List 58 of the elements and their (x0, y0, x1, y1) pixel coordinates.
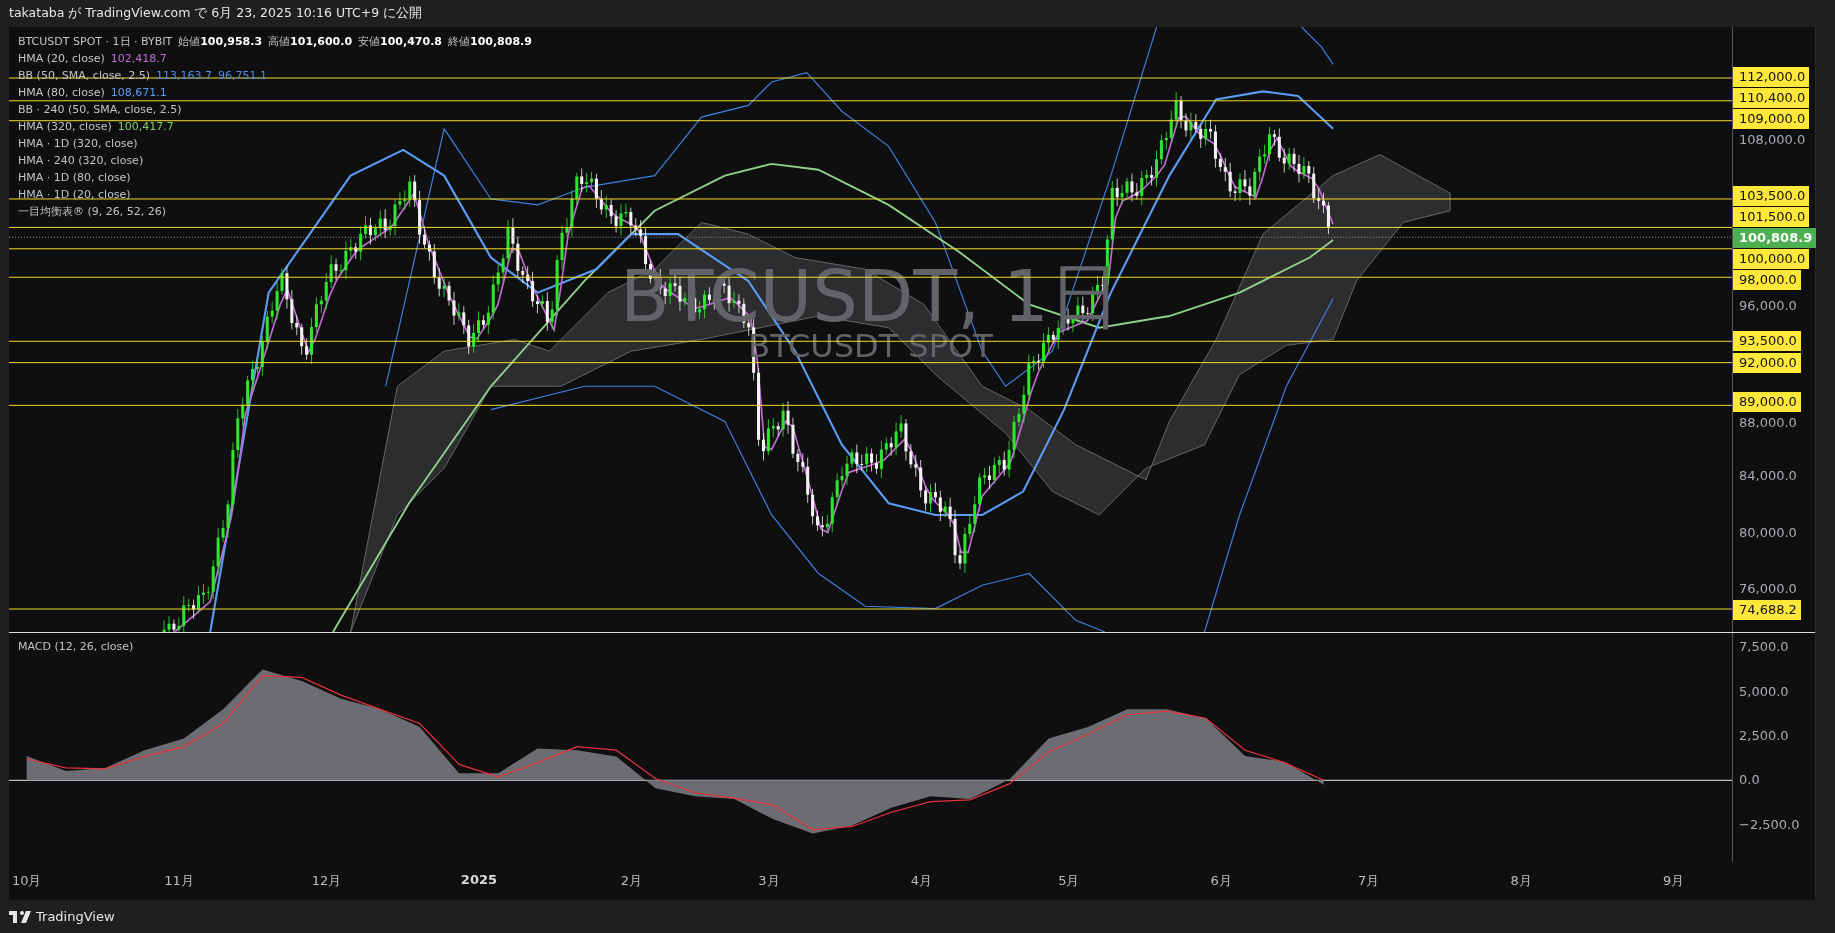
price-level-label: 112,000.0 (1733, 67, 1810, 88)
ohlc-value: 始値100,958.3 (178, 33, 263, 49)
indicator-name: HMA · 240 (320, close) (18, 153, 144, 167)
indicator-value: 113,163.7 (156, 68, 212, 82)
indicator-value: 100,417.7 (117, 119, 174, 133)
price-axis-label: 108,000.0 (1738, 131, 1807, 150)
indicator-name: HMA (20, close) (18, 51, 105, 65)
time-axis-label: 2月 (620, 872, 642, 890)
time-axis-label: 9月 (1662, 872, 1685, 890)
price-level-label: 100,000.0 (1733, 248, 1810, 269)
macd-axis-label: −2,500.0 (1738, 815, 1801, 834)
time-axis-label: 2025 (460, 872, 498, 887)
price-level-label: 101,500.0 (1733, 206, 1810, 227)
price-axis-label: 84,000.0 (1738, 467, 1798, 486)
brand-name: TradingView (36, 909, 115, 924)
indicator-value: 102,418.7 (110, 51, 167, 65)
time-axis-label: 8月 (1510, 872, 1532, 890)
indicator-name: HMA (320, close) (18, 119, 112, 133)
price-axis-label: 96,000.0 (1738, 296, 1798, 315)
macd-axis-label: 2,500.0 (1738, 726, 1790, 745)
time-axis-label: 7月 (1358, 872, 1380, 890)
price-level-label: 109,000.0 (1733, 109, 1810, 130)
time-axis-label: 11月 (164, 872, 194, 890)
time-axis-label: 3月 (758, 872, 780, 890)
indicator-name: HMA (80, close) (18, 85, 105, 99)
price-level-label: 89,000.0 (1733, 391, 1801, 412)
price-level-label: 92,000.0 (1733, 352, 1801, 373)
publish-info: takataba が TradingView.com で 6月 23, 2025 10:16 UTC+9 に公開 (9, 5, 423, 22)
time-axis-label: 10月 (11, 872, 42, 890)
symbol-info: BTCUSDT SPOT · 1日 · BYBIT (18, 33, 173, 49)
macd-axis-label: 5,000.0 (1738, 682, 1790, 701)
indicator-value: 108,671.1 (110, 85, 167, 99)
price-level-label: 103,500.0 (1733, 185, 1810, 206)
price-axis-label: 80,000.0 (1738, 524, 1798, 543)
indicator-name: 一目均衡表® (9, 26, 52, 26) (18, 203, 167, 219)
price-level-label: 110,400.0 (1733, 88, 1810, 109)
price-axis-label: 88,000.0 (1738, 413, 1798, 432)
indicator-name: HMA · 1D (80, close) (18, 170, 131, 184)
ohlc-value: 高値101,600.0 (268, 33, 353, 49)
price-level-label: 93,500.0 (1733, 331, 1801, 352)
ohlc-value: 終値100,808.9 (448, 33, 532, 49)
price-axis-label: 76,000.0 (1738, 580, 1798, 599)
time-axis-label: 6月 (1210, 872, 1232, 890)
time-axis-label: 5月 (1058, 872, 1080, 890)
price-level-label: 98,000.0 (1733, 269, 1801, 290)
indicator-name: BB · 240 (50, SMA, close, 2.5) (18, 102, 182, 116)
indicator-value: 96,751.1 (217, 68, 267, 82)
indicator-name: HMA · 1D (20, close) (18, 187, 131, 201)
macd-axis-label: 7,500.0 (1738, 638, 1790, 657)
time-axis-label: 4月 (910, 872, 932, 890)
price-level-label: 74,688.2 (1733, 600, 1801, 621)
indicator-name: MACD (12, 26, close) (18, 640, 134, 653)
logo-icon (9, 910, 31, 923)
last-price-label: 100,808.9 (1733, 227, 1817, 248)
indicator-name: HMA · 1D (320, close) (18, 136, 138, 150)
macd-axis-label: 0.0 (1738, 771, 1761, 790)
ohlc-value: 安値100,470.8 (358, 33, 442, 49)
time-axis-label: 12月 (311, 872, 342, 890)
